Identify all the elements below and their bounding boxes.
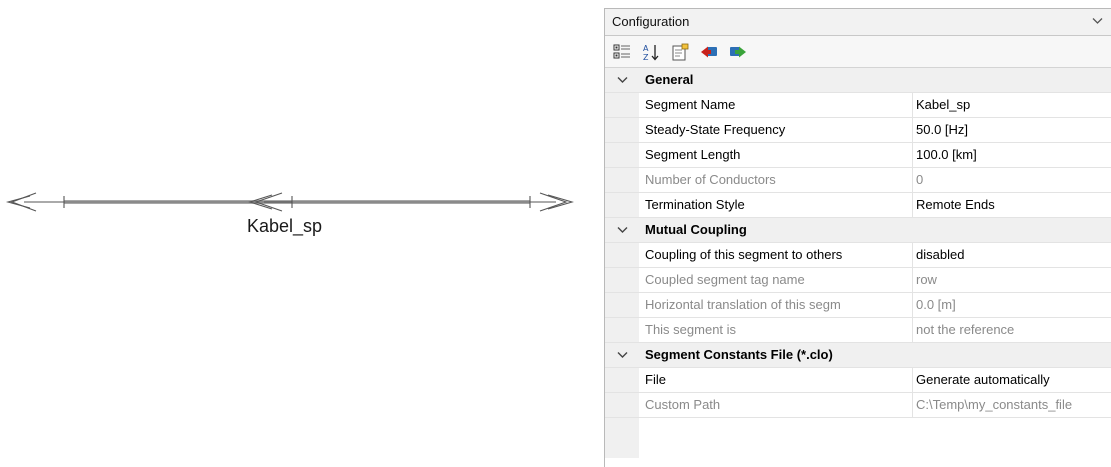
property-row[interactable]: Steady-State Frequency 50.0 [Hz]: [605, 118, 1111, 143]
import-icon[interactable]: [699, 42, 718, 61]
collapse-chevron-icon[interactable]: [605, 68, 639, 92]
property-row[interactable]: Coupling of this segment to others disabl…: [605, 243, 1111, 268]
property-row[interactable]: Horizontal translation of this segm 0.0 […: [605, 293, 1111, 318]
property-row[interactable]: This segment is not the reference: [605, 318, 1111, 343]
property-grid: General Segment Name Kabel_sp Steady-State …: [605, 68, 1111, 458]
row-gutter: [605, 143, 639, 167]
row-gutter: [605, 318, 639, 342]
categorized-icon[interactable]: [612, 42, 631, 61]
property-name: Segment Name: [639, 93, 913, 117]
row-gutter: [605, 193, 639, 217]
category-header[interactable]: Segment Constants File (*.clo): [605, 343, 1111, 368]
diagram-canvas[interactable]: Kabel_sp: [0, 0, 600, 467]
collapse-chevron-icon[interactable]: [605, 343, 639, 367]
row-gutter: [605, 293, 639, 317]
property-value[interactable]: Remote Ends: [913, 193, 1111, 217]
category-header[interactable]: General: [605, 68, 1111, 93]
category-label: Mutual Coupling: [645, 222, 747, 237]
property-value[interactable]: Kabel_sp: [913, 93, 1111, 117]
chevron-down-icon[interactable]: [1092, 9, 1103, 35]
property-name: Termination Style: [639, 193, 913, 217]
right-terminal-icon: [529, 192, 574, 212]
property-name: This segment is: [639, 318, 913, 342]
row-gutter: [605, 268, 639, 292]
property-name: Coupled segment tag name: [639, 268, 913, 292]
property-value: row: [916, 272, 937, 287]
property-row[interactable]: Segment Length 100.0 [km]: [605, 143, 1111, 168]
panel-header[interactable]: Configuration: [605, 9, 1111, 36]
row-gutter: [605, 118, 639, 142]
segment-label[interactable]: Kabel_sp: [247, 216, 322, 237]
property-pages-icon[interactable]: [670, 42, 689, 61]
property-value[interactable]: disabled: [913, 243, 1111, 267]
category-label: General: [645, 72, 694, 87]
property-value: not the reference: [916, 322, 1015, 337]
row-gutter: [605, 393, 639, 417]
property-value: 0: [916, 172, 924, 187]
property-row[interactable]: Termination Style Remote Ends: [605, 193, 1111, 218]
property-name: File: [639, 368, 913, 392]
row-gutter: [605, 168, 639, 192]
property-name: Coupling of this segment to others: [639, 243, 913, 267]
property-name: Horizontal translation of this segm: [639, 293, 913, 317]
property-row[interactable]: Segment Name Kabel_sp: [605, 93, 1111, 118]
property-value: C:\Temp\my_constants_file: [916, 397, 1073, 412]
sort-alphabetical-icon[interactable]: A Z: [641, 42, 660, 61]
category-label: Segment Constants File (*.clo): [645, 347, 833, 362]
property-name: Segment Length: [639, 143, 913, 167]
property-name: Custom Path: [639, 393, 913, 417]
property-value[interactable]: 100.0 [km]: [913, 143, 1111, 167]
property-row[interactable]: Number of Conductors 0: [605, 168, 1111, 193]
row-gutter: [605, 368, 639, 392]
category-header[interactable]: Mutual Coupling: [605, 218, 1111, 243]
property-name: Steady-State Frequency: [639, 118, 913, 142]
configuration-panel: Configuration A Z General Segment Name K…: [604, 8, 1111, 467]
row-gutter: [605, 93, 639, 117]
property-row[interactable]: File Generate automatically: [605, 368, 1111, 393]
property-row[interactable]: Coupled segment tag name row: [605, 268, 1111, 293]
property-value: 0.0 [m]: [916, 297, 956, 312]
export-icon[interactable]: [728, 42, 747, 61]
property-row[interactable]: Custom Path C:\Temp\my_constants_file: [605, 393, 1111, 418]
toolbar: A Z: [605, 36, 1111, 68]
property-name: Number of Conductors: [639, 168, 913, 192]
left-terminal-icon: [5, 192, 65, 212]
middle-direction-icon: [248, 192, 293, 212]
grid-empty-gutter: [605, 418, 639, 458]
property-value[interactable]: 50.0 [Hz]: [913, 118, 1111, 142]
row-gutter: [605, 243, 639, 267]
panel-title: Configuration: [612, 14, 690, 29]
svg-text:A: A: [643, 44, 649, 53]
property-value[interactable]: Generate automatically: [913, 368, 1111, 392]
collapse-chevron-icon[interactable]: [605, 218, 639, 242]
svg-text:Z: Z: [643, 53, 649, 61]
